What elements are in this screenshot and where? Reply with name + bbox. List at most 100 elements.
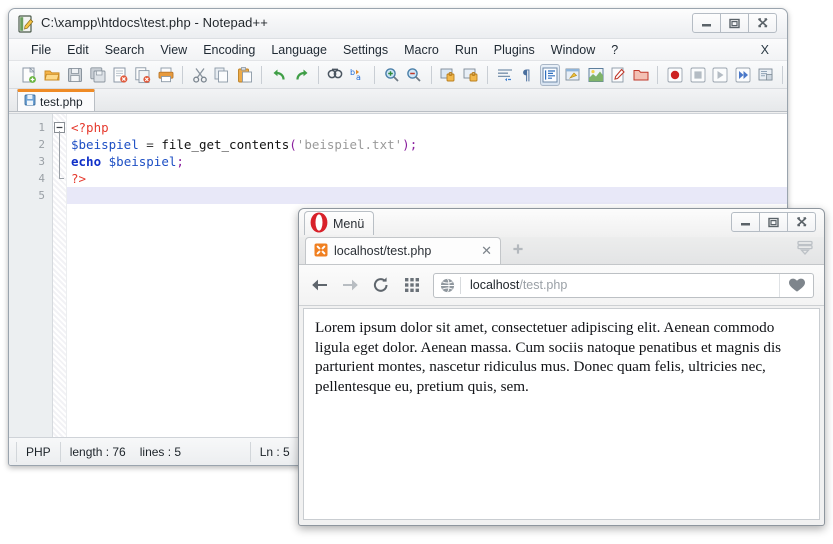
page-body-text: Lorem ipsum dolor sit amet, consectetuer… xyxy=(315,318,808,396)
code-line-4: ?> xyxy=(67,170,787,187)
stop-macro-icon[interactable] xyxy=(687,64,708,86)
url-host: localhost xyxy=(470,278,519,292)
menu-item-plugins[interactable]: Plugins xyxy=(486,42,543,58)
menu-item-settings[interactable]: Settings xyxy=(335,42,396,58)
toolbar-separator xyxy=(182,66,183,84)
url-text[interactable]: localhost/test.php xyxy=(461,278,779,292)
function-list-icon[interactable] xyxy=(608,64,629,86)
heart-icon[interactable] xyxy=(779,274,813,297)
close-all-icon[interactable] xyxy=(133,64,154,86)
sync-scroll-horizontal-icon[interactable] xyxy=(460,64,481,86)
minimize-icon[interactable] xyxy=(731,212,760,232)
record-macro-icon[interactable] xyxy=(664,64,685,86)
undo-icon[interactable] xyxy=(268,64,289,86)
close-document-button[interactable]: X xyxy=(753,42,777,58)
page-viewport: Lorem ipsum dolor sit amet, consectetuer… xyxy=(303,308,820,520)
close-icon[interactable] xyxy=(748,13,777,33)
document-tab-test-php[interactable]: test.php xyxy=(17,89,95,111)
opera-menu-button[interactable]: Menü xyxy=(304,211,374,235)
line-number: 3 xyxy=(9,153,52,170)
status-lines: lines : 5 xyxy=(140,445,181,459)
open-folder-icon[interactable] xyxy=(42,64,63,86)
menu-item-help[interactable]: ? xyxy=(603,42,626,58)
back-arrow-icon[interactable] xyxy=(309,275,329,295)
line-number: 2 xyxy=(9,136,52,153)
menu-item-encoding[interactable]: Encoding xyxy=(195,42,263,58)
new-tab-button[interactable] xyxy=(511,242,525,259)
svg-text:b: b xyxy=(350,68,355,77)
browser-tab[interactable]: localhost/test.php ✕ xyxy=(305,237,501,264)
close-file-icon[interactable] xyxy=(110,64,131,86)
menu-item-language[interactable]: Language xyxy=(263,42,335,58)
save-macro-icon[interactable] xyxy=(755,64,776,86)
browser-tab-title: localhost/test.php xyxy=(334,244,475,258)
notepad-toolbar: ba ¶ xyxy=(9,61,787,89)
code-line-5 xyxy=(67,187,787,204)
reload-icon[interactable] xyxy=(371,275,391,295)
opera-browser-window: Menü xyxy=(298,208,825,526)
menu-item-run[interactable]: Run xyxy=(447,42,486,58)
close-icon[interactable] xyxy=(787,212,816,232)
menu-item-search[interactable]: Search xyxy=(97,42,153,58)
close-tab-icon[interactable]: ✕ xyxy=(481,243,492,259)
notepad-window-controls xyxy=(693,13,777,33)
opera-menu-label: Menü xyxy=(333,217,364,231)
run-macro-multiple-icon[interactable] xyxy=(733,64,754,86)
line-number: 5 xyxy=(9,187,52,204)
show-doc-map-icon[interactable] xyxy=(585,64,606,86)
sync-scroll-vertical-icon[interactable] xyxy=(438,64,459,86)
toolbar-separator xyxy=(782,66,783,84)
forward-arrow-icon[interactable] xyxy=(340,275,360,295)
notepad-titlebar[interactable]: C:\xampp\htdocs\test.php - Notepad++ xyxy=(9,9,787,39)
save-all-icon[interactable] xyxy=(87,64,108,86)
globe-icon[interactable] xyxy=(434,278,460,293)
new-file-icon[interactable] xyxy=(19,64,40,86)
zoom-in-icon[interactable] xyxy=(381,64,402,86)
address-bar[interactable]: localhost/test.php xyxy=(433,273,814,298)
opera-logo-icon xyxy=(309,212,329,236)
maximize-icon[interactable] xyxy=(759,212,788,232)
menu-item-window[interactable]: Window xyxy=(543,42,603,58)
code-folding-column[interactable] xyxy=(53,114,67,437)
word-wrap-icon[interactable] xyxy=(494,64,515,86)
window-title: C:\xampp\htdocs\test.php - Notepad++ xyxy=(41,15,268,30)
indent-guide-icon[interactable] xyxy=(540,64,561,86)
fold-end-tick xyxy=(59,178,64,179)
show-all-characters-icon[interactable]: ¶ xyxy=(517,64,538,86)
find-icon[interactable] xyxy=(325,64,346,86)
minimize-icon[interactable] xyxy=(692,13,721,33)
toolbar-separator xyxy=(487,66,488,84)
notepad-menubar: File Edit Search View Encoding Language … xyxy=(9,39,787,61)
status-line-number: Ln : 5 xyxy=(260,445,290,459)
zoom-out-icon[interactable] xyxy=(404,64,425,86)
url-path: /test.php xyxy=(519,278,567,292)
play-macro-icon[interactable] xyxy=(710,64,731,86)
toolbar-separator xyxy=(431,66,432,84)
folder-as-workspace-icon[interactable] xyxy=(631,64,652,86)
code-line-3: echo $beispiel; xyxy=(67,153,787,170)
browser-navigation-bar: localhost/test.php xyxy=(299,265,824,306)
menu-item-file[interactable]: File xyxy=(23,42,59,58)
menu-item-macro[interactable]: Macro xyxy=(396,42,447,58)
save-icon[interactable] xyxy=(65,64,86,86)
paste-icon[interactable] xyxy=(235,64,256,86)
svg-text:¶: ¶ xyxy=(522,68,531,84)
toolbar-separator xyxy=(657,66,658,84)
maximize-icon[interactable] xyxy=(720,13,749,33)
replace-icon[interactable]: ba xyxy=(348,64,369,86)
browser-topstrip[interactable]: Menü xyxy=(299,209,824,237)
cut-icon[interactable] xyxy=(189,64,210,86)
speed-dial-grid-icon[interactable] xyxy=(402,275,422,295)
saved-file-icon xyxy=(24,94,36,109)
tab-menu-icon[interactable] xyxy=(796,240,814,261)
copy-icon[interactable] xyxy=(212,64,233,86)
user-defined-dialog-icon[interactable] xyxy=(562,64,583,86)
menu-item-view[interactable]: View xyxy=(152,42,195,58)
line-number: 1 xyxy=(9,119,52,136)
line-number-gutter: 1 2 3 4 5 xyxy=(9,114,53,437)
redo-icon[interactable] xyxy=(291,64,312,86)
print-icon[interactable] xyxy=(156,64,177,86)
status-length: length : 76 xyxy=(70,445,126,459)
menu-item-edit[interactable]: Edit xyxy=(59,42,97,58)
status-length-lines: length : 76 lines : 5 xyxy=(61,442,251,462)
